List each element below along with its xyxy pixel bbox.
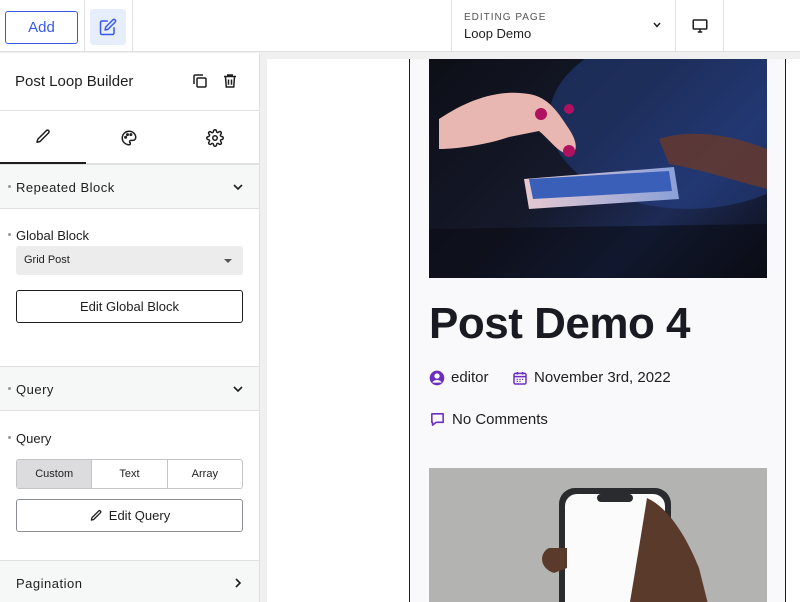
query-type-text[interactable]: Text: [92, 460, 168, 488]
section-title: Query: [16, 382, 54, 397]
section-title: Pagination: [16, 576, 83, 591]
gear-icon: [206, 129, 224, 147]
section-dot: [8, 387, 11, 390]
user-circle-icon: [429, 370, 445, 385]
hand-holding-phone-image: [429, 468, 767, 602]
post-featured-image: [429, 59, 767, 278]
post-date: November 3rd, 2022: [512, 369, 671, 386]
hand-on-phone-image: [429, 59, 767, 278]
post-featured-image: [429, 468, 767, 602]
section-title: Repeated Block: [16, 180, 115, 195]
top-toolbar: Add EDITING PAGE Loop Demo: [0, 0, 800, 52]
post-title[interactable]: Post Demo 4: [429, 299, 691, 349]
tab-style[interactable]: [86, 112, 172, 164]
post-author-name: editor: [451, 369, 489, 386]
caret-down-icon: [653, 22, 661, 28]
palette-icon: [121, 130, 137, 146]
editing-page-label: EDITING PAGE: [464, 12, 547, 23]
duplicate-icon[interactable]: [191, 72, 209, 90]
edit-query-label: Edit Query: [108, 508, 171, 523]
edit-global-block-button[interactable]: Edit Global Block: [16, 290, 243, 323]
query-section-toggle[interactable]: Query: [0, 366, 259, 411]
section-dot: [8, 185, 11, 188]
block-settings-sidebar: Post Loop Builder Repeated Block Global …: [0, 53, 260, 602]
sidebar-tabs: [0, 112, 259, 164]
repeated-block-section-toggle[interactable]: Repeated Block: [0, 164, 259, 209]
query-label: Query: [16, 431, 52, 446]
pencil-square-icon: [99, 18, 117, 36]
chevron-down-icon: [233, 386, 243, 393]
tab-content[interactable]: [0, 112, 86, 164]
desktop-icon: [692, 19, 707, 33]
select-arrow-icon: [224, 259, 232, 263]
post-comments-value: No Comments: [452, 411, 548, 428]
global-block-select[interactable]: Grid Post: [16, 246, 243, 275]
add-button[interactable]: Add: [5, 11, 78, 44]
edit-mode-button[interactable]: [90, 9, 126, 45]
query-type-custom[interactable]: Custom: [17, 460, 93, 488]
trash-icon[interactable]: [221, 72, 239, 90]
editing-page-selector[interactable]: EDITING PAGE Loop Demo: [451, 0, 676, 52]
post-loop-preview: Post Demo 4 editor November 3rd, 2022 No…: [409, 59, 786, 602]
calendar-icon: [513, 371, 527, 385]
pencil-icon: [90, 509, 102, 521]
pagination-section-toggle[interactable]: Pagination: [0, 560, 259, 602]
toolbar-divider: [132, 0, 133, 52]
post-author[interactable]: editor: [429, 369, 489, 386]
device-preview-button[interactable]: [676, 0, 724, 52]
toolbar-divider: [84, 0, 85, 52]
edit-query-button[interactable]: Edit Query: [16, 499, 243, 532]
editing-page-value: Loop Demo: [464, 26, 532, 41]
sidebar-header: Post Loop Builder: [0, 53, 259, 111]
post-date-value: November 3rd, 2022: [534, 369, 671, 386]
global-block-select-value: Grid Post: [24, 254, 70, 266]
post-comments[interactable]: No Comments: [429, 411, 548, 428]
pencil-icon: [36, 129, 50, 143]
comment-icon: [431, 413, 444, 426]
sidebar-title: Post Loop Builder: [15, 73, 134, 90]
tab-advanced[interactable]: [172, 112, 258, 164]
query-type-segmented-control: Custom Text Array: [16, 459, 243, 489]
chevron-down-icon: [233, 184, 243, 191]
field-dot: [8, 233, 11, 236]
chevron-right-icon: [235, 578, 242, 588]
field-dot: [8, 436, 11, 439]
global-block-label: Global Block: [16, 228, 89, 243]
query-type-array[interactable]: Array: [168, 460, 242, 488]
